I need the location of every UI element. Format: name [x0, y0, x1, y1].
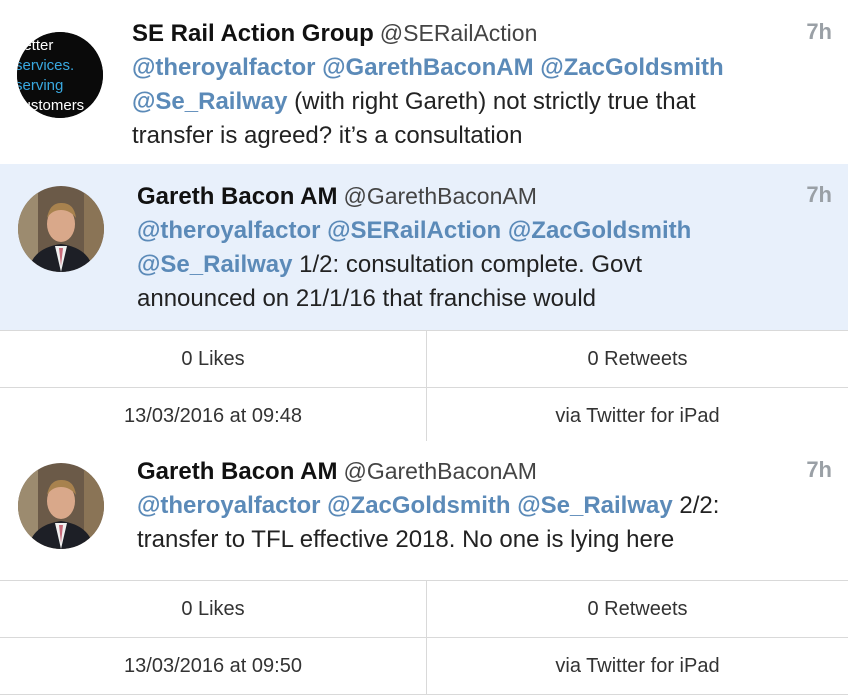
tweet-2-details: 0 Likes 0 Retweets 13/03/2016 at 09:48 v…: [0, 330, 848, 445]
mention-link[interactable]: @Se_Railway: [137, 251, 292, 278]
person-avatar-icon: [18, 463, 104, 549]
likes-count[interactable]: 0 Likes: [0, 331, 427, 387]
engagement-row: 0 Likes 0 Retweets: [0, 331, 848, 388]
avatar-text-2: services.: [17, 57, 74, 74]
tweet-text-line: transfer is agreed? it’s a consultation: [132, 122, 523, 149]
mention-link[interactable]: @theroyalfactor: [137, 492, 320, 519]
mention-link[interactable]: @theroyalfactor: [137, 217, 320, 244]
tweet-date: 13/03/2016 at 09:48: [0, 388, 427, 444]
meta-row: 13/03/2016 at 09:48 via Twitter for iPad: [0, 388, 848, 445]
author-name[interactable]: SE Rail Action Group: [132, 20, 374, 47]
retweets-count[interactable]: 0 Retweets: [427, 581, 848, 637]
mention-link[interactable]: @ZacGoldsmith: [540, 54, 723, 81]
tweet-text: @theroyalfactor @ZacGoldsmith @Se_Railwa…: [137, 489, 828, 557]
engagement-row: 0 Likes 0 Retweets: [0, 581, 848, 638]
retweets-count[interactable]: 0 Retweets: [427, 331, 848, 387]
author-handle[interactable]: @GarethBaconAM: [343, 183, 536, 209]
avatar-text-3: serving: [17, 77, 63, 94]
tweet-3-body: Gareth Bacon AM @GarethBaconAM @theroyalf…: [137, 454, 828, 557]
tweet-text-line: 2/2:: [672, 492, 720, 519]
meta-row: 13/03/2016 at 09:50 via Twitter for iPad: [0, 638, 848, 695]
tweet-date: 13/03/2016 at 09:50: [0, 638, 427, 694]
tweet-header: Gareth Bacon AM @GarethBaconAM: [137, 454, 828, 489]
mention-link[interactable]: @Se_Railway: [517, 492, 672, 519]
tweet-text: @theroyalfactor @GarethBaconAM @ZacGolds…: [132, 51, 828, 153]
tweet-3-details: 0 Likes 0 Retweets 13/03/2016 at 09:50 v…: [0, 580, 848, 695]
avatar-text-1: better: [17, 37, 53, 54]
tweet-1-body: SE Rail Action Group @SERailAction @thero…: [132, 16, 828, 153]
author-name[interactable]: Gareth Bacon AM: [137, 183, 337, 210]
avatar-gareth-bacon[interactable]: [18, 463, 104, 549]
tweet-header: Gareth Bacon AM @GarethBaconAM: [137, 179, 828, 214]
mention-link[interactable]: @ZacGoldsmith: [508, 217, 691, 244]
likes-count[interactable]: 0 Likes: [0, 581, 427, 637]
author-name[interactable]: Gareth Bacon AM: [137, 458, 337, 485]
mention-link[interactable]: @ZacGoldsmith: [327, 492, 510, 519]
tweet-header: SE Rail Action Group @SERailAction: [132, 16, 828, 51]
person-avatar-icon: [18, 186, 104, 272]
avatar-se-rail-action[interactable]: better services. serving customers: [17, 32, 103, 118]
mention-link[interactable]: @GarethBaconAM: [322, 54, 533, 81]
tweet-2-body: Gareth Bacon AM @GarethBaconAM @theroyalf…: [137, 179, 828, 316]
mention-link[interactable]: @Se_Railway: [132, 88, 287, 115]
mention-link[interactable]: @theroyalfactor: [132, 54, 315, 81]
mention-link[interactable]: @SERailAction: [327, 217, 501, 244]
tweet-text-line: announced on 21/1/16 that franchise woul…: [137, 285, 597, 312]
author-handle[interactable]: @GarethBaconAM: [343, 458, 536, 484]
tweet-text-line: (with right Gareth) not strictly true th…: [287, 88, 696, 115]
author-handle[interactable]: @SERailAction: [380, 20, 538, 46]
tweet-source: via Twitter for iPad: [555, 405, 720, 427]
tweet-text: @theroyalfactor @SERailAction @ZacGoldsm…: [137, 214, 828, 316]
avatar-text-4: customers: [17, 97, 84, 114]
tweet-text-line: transfer to TFL effective 2018. No one i…: [137, 526, 675, 553]
tweet-text-line: 1/2: consultation complete. Govt: [292, 251, 643, 278]
tweet-source: via Twitter for iPad: [555, 655, 720, 677]
avatar-gareth-bacon[interactable]: [18, 186, 104, 272]
se-rail-logo-icon: better services. serving customers: [17, 32, 103, 118]
